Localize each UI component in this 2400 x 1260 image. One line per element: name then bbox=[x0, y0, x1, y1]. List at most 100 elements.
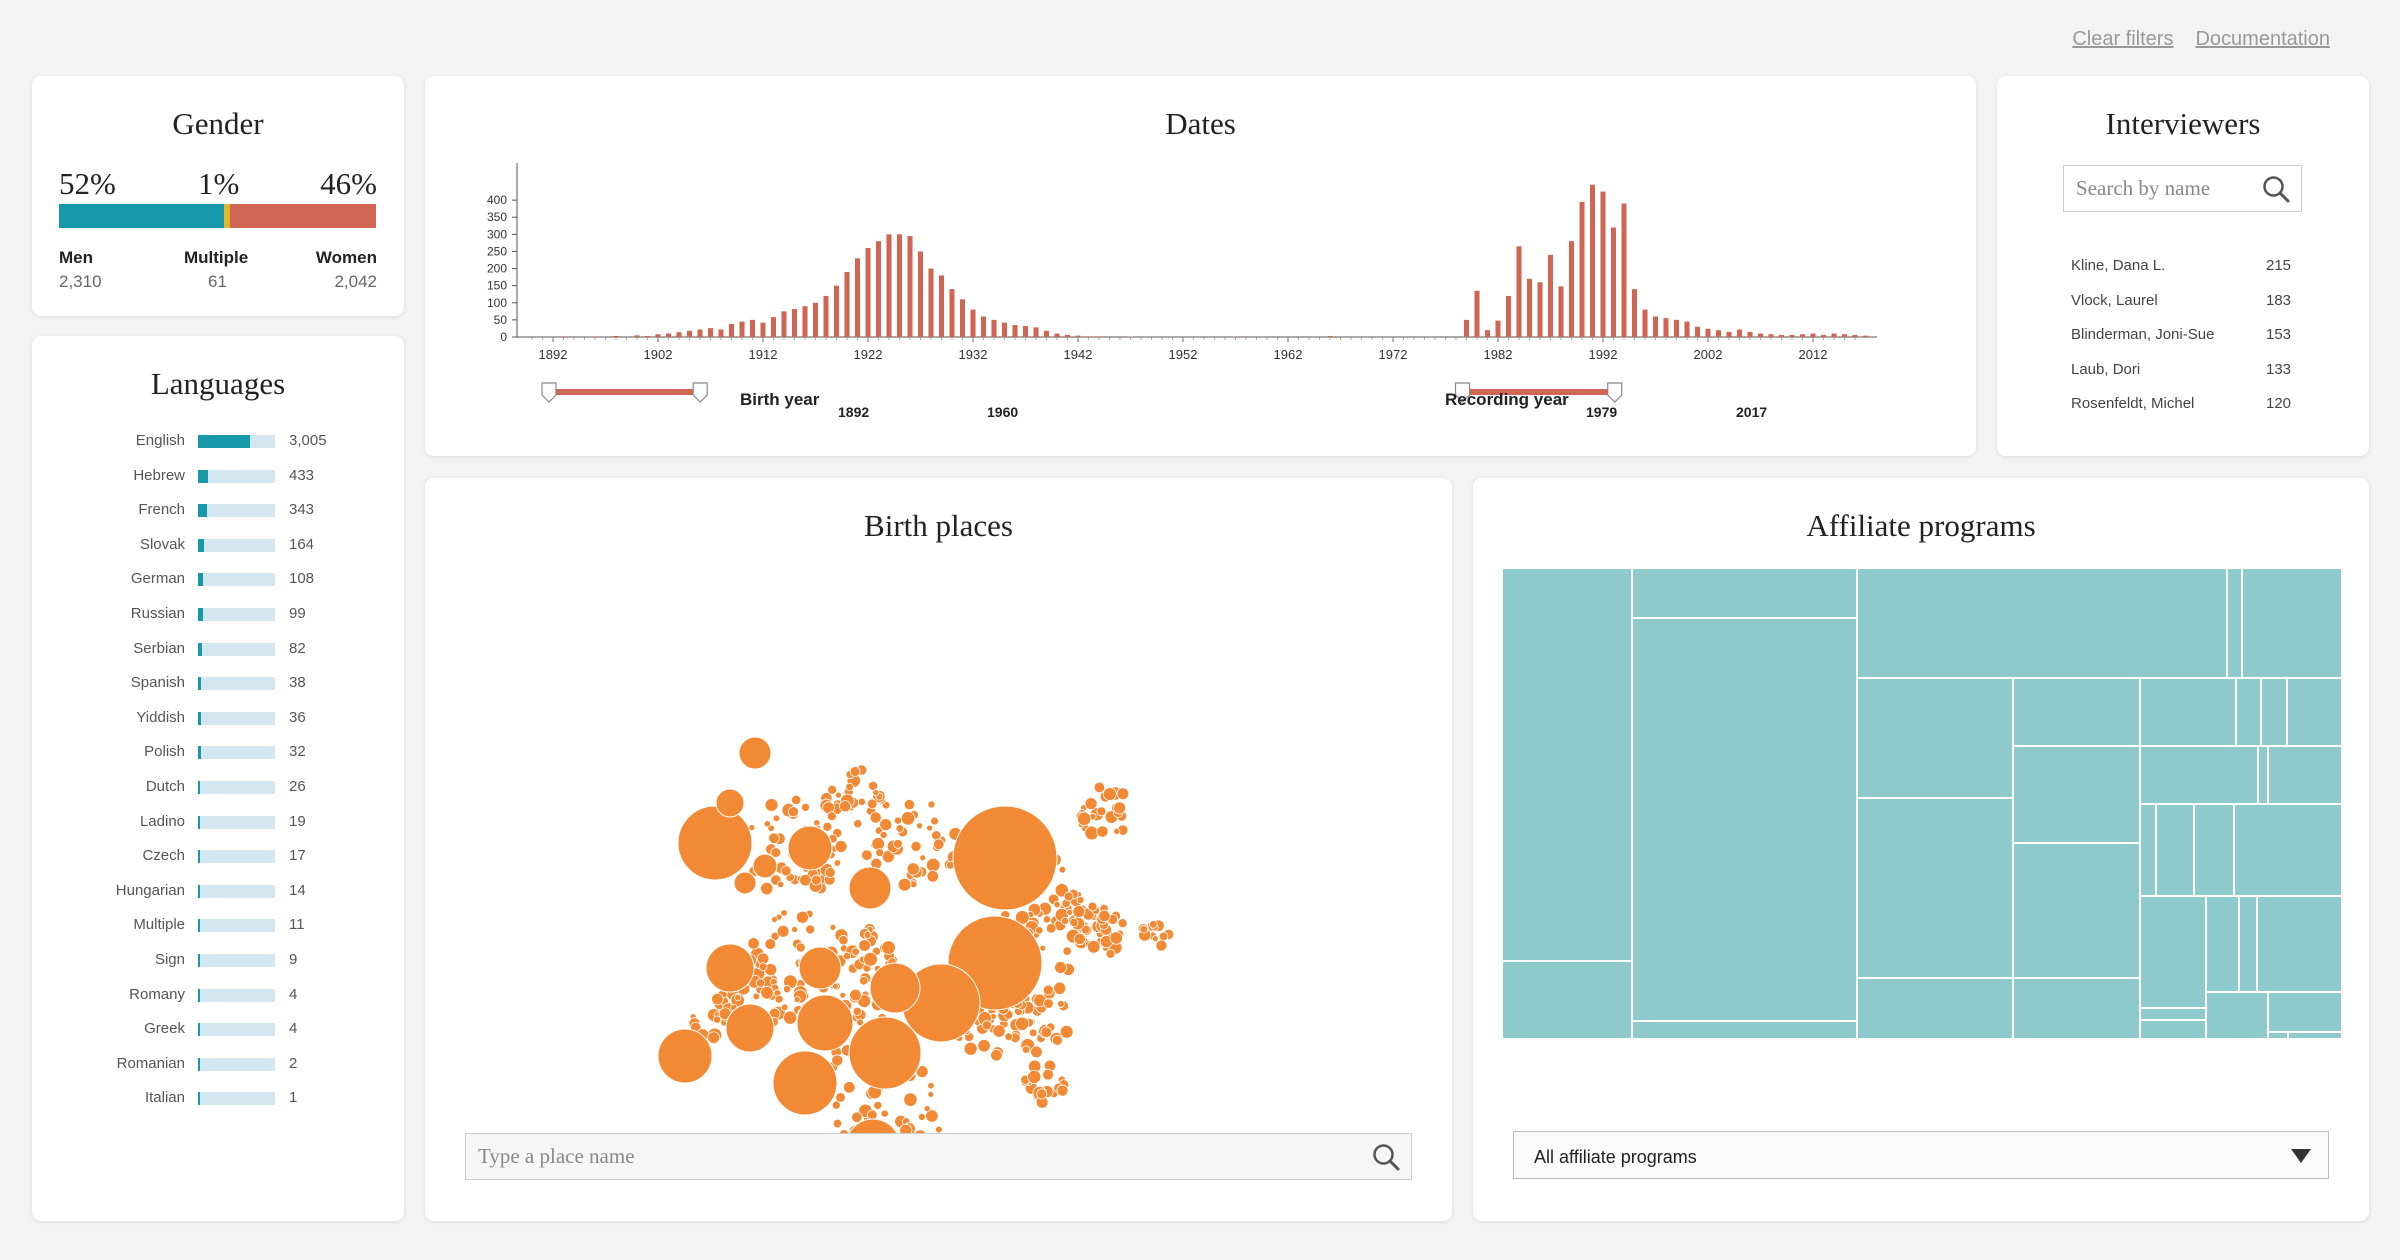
place-bubble[interactable] bbox=[1042, 915, 1052, 924]
interviewer-row[interactable]: Rosenfeldt, Michel 120 bbox=[2071, 388, 2301, 422]
place-bubble[interactable] bbox=[858, 976, 869, 986]
affiliate-tile[interactable] bbox=[1856, 797, 2014, 979]
place-bubble[interactable] bbox=[771, 916, 779, 923]
histogram-bar[interactable] bbox=[697, 329, 703, 337]
gender-bar-men[interactable] bbox=[59, 204, 224, 228]
place-bubble[interactable] bbox=[869, 811, 882, 824]
histogram-bar[interactable] bbox=[1852, 334, 1858, 337]
place-bubble[interactable] bbox=[1043, 998, 1054, 1009]
place-bubble[interactable] bbox=[1139, 925, 1149, 934]
place-bubble[interactable] bbox=[791, 925, 799, 933]
place-bubble[interactable] bbox=[772, 1050, 838, 1116]
histogram-bar[interactable] bbox=[1033, 327, 1039, 337]
language-row[interactable]: French 343 bbox=[32, 494, 404, 528]
histogram-bar[interactable] bbox=[1537, 282, 1543, 337]
histogram-bar[interactable] bbox=[980, 316, 987, 337]
histogram-bar[interactable] bbox=[991, 319, 997, 337]
affiliate-tile[interactable] bbox=[1631, 1020, 1858, 1038]
slider-handle[interactable] bbox=[541, 382, 557, 403]
affiliate-tile[interactable] bbox=[1501, 960, 1633, 1038]
histogram-bar[interactable] bbox=[1715, 330, 1722, 337]
place-bubble[interactable] bbox=[990, 1049, 1003, 1062]
language-bar-track[interactable] bbox=[198, 469, 275, 483]
histogram-bar[interactable] bbox=[1085, 336, 1092, 337]
histogram-bar[interactable] bbox=[1463, 319, 1470, 337]
place-bubble[interactable] bbox=[880, 1109, 889, 1118]
histogram-bar[interactable] bbox=[865, 248, 871, 337]
place-bubble[interactable] bbox=[1158, 931, 1169, 942]
place-bubble[interactable] bbox=[1056, 1084, 1069, 1097]
histogram-bar[interactable] bbox=[1547, 254, 1554, 337]
histogram-bar[interactable] bbox=[802, 306, 808, 337]
place-bubble[interactable] bbox=[733, 871, 757, 895]
place-bubble[interactable] bbox=[1084, 797, 1098, 811]
place-bubble[interactable] bbox=[903, 1092, 918, 1107]
place-bubble[interactable] bbox=[1042, 1068, 1054, 1081]
language-row[interactable]: Russian 99 bbox=[32, 598, 404, 632]
histogram-bar[interactable] bbox=[1642, 309, 1648, 337]
histogram-bar[interactable] bbox=[1810, 333, 1816, 337]
place-bubble[interactable] bbox=[780, 909, 788, 917]
place-bubble[interactable] bbox=[1072, 905, 1086, 918]
place-bubble[interactable] bbox=[1060, 916, 1070, 926]
histogram-bar[interactable] bbox=[760, 322, 766, 337]
affiliate-treemap[interactable] bbox=[1473, 478, 2369, 1038]
language-row[interactable]: English 3,005 bbox=[32, 425, 404, 459]
place-bubble[interactable] bbox=[758, 962, 768, 972]
histogram-bar[interactable] bbox=[676, 332, 682, 337]
histogram-bar[interactable] bbox=[1516, 246, 1522, 337]
place-bubble[interactable] bbox=[867, 798, 878, 810]
affiliate-tile[interactable] bbox=[2155, 803, 2195, 897]
place-bubble[interactable] bbox=[1063, 891, 1074, 902]
histogram-bar[interactable] bbox=[1001, 322, 1008, 337]
histogram-bar[interactable] bbox=[1579, 201, 1585, 337]
affiliate-tile[interactable] bbox=[2139, 1007, 2207, 1021]
place-bubble[interactable] bbox=[848, 1016, 922, 1090]
place-bubble[interactable] bbox=[1098, 909, 1111, 923]
place-bubble[interactable] bbox=[826, 811, 837, 822]
histogram-bar[interactable] bbox=[875, 241, 882, 337]
place-bubble[interactable] bbox=[780, 1003, 789, 1012]
place-bubble[interactable] bbox=[867, 1109, 878, 1121]
histogram-bar[interactable] bbox=[1600, 191, 1606, 337]
affiliate-tile[interactable] bbox=[2238, 895, 2258, 993]
language-row[interactable]: Serbian 82 bbox=[32, 633, 404, 667]
histogram-bar[interactable] bbox=[1841, 334, 1848, 337]
place-bubble[interactable] bbox=[875, 848, 885, 858]
place-bubble[interactable] bbox=[926, 824, 934, 832]
histogram-bar[interactable] bbox=[728, 323, 735, 337]
place-bubble[interactable] bbox=[872, 789, 880, 797]
clear-filters-link[interactable]: Clear filters bbox=[2072, 28, 2173, 51]
interviewer-row[interactable]: Laub, Dori 133 bbox=[2071, 354, 2301, 388]
histogram-bar[interactable] bbox=[1768, 334, 1774, 337]
place-bubble[interactable] bbox=[1113, 827, 1121, 835]
place-bubble[interactable] bbox=[842, 951, 852, 961]
histogram-bar[interactable] bbox=[739, 321, 745, 337]
language-bar-track[interactable] bbox=[198, 1023, 275, 1037]
affiliate-tile[interactable] bbox=[2233, 803, 2343, 897]
place-bubble[interactable] bbox=[711, 992, 724, 1006]
place-bubble[interactable] bbox=[900, 811, 916, 826]
affiliate-tile[interactable] bbox=[2267, 745, 2343, 805]
histogram-bar[interactable] bbox=[1726, 331, 1732, 337]
place-bubble[interactable] bbox=[1062, 946, 1072, 956]
place-bubble[interactable] bbox=[849, 766, 861, 777]
place-bubble[interactable] bbox=[861, 849, 873, 861]
language-bar-track[interactable] bbox=[198, 504, 275, 518]
histogram-bar[interactable] bbox=[896, 234, 903, 337]
language-row[interactable]: Romany 4 bbox=[32, 979, 404, 1013]
place-bubble[interactable] bbox=[879, 830, 888, 839]
histogram-bar[interactable] bbox=[1736, 329, 1743, 337]
place-bubble[interactable] bbox=[926, 870, 939, 883]
histogram-bar[interactable] bbox=[1064, 334, 1071, 337]
place-bubble[interactable] bbox=[1036, 1088, 1048, 1100]
place-bubble[interactable] bbox=[763, 820, 771, 828]
histogram-bar[interactable] bbox=[1526, 278, 1533, 337]
histogram-bar[interactable] bbox=[592, 336, 598, 337]
search-icon[interactable] bbox=[2261, 174, 2291, 204]
affiliate-tile[interactable] bbox=[2193, 803, 2235, 897]
place-bubble[interactable] bbox=[798, 946, 842, 990]
language-row[interactable]: Hebrew 433 bbox=[32, 460, 404, 494]
affiliate-tile[interactable] bbox=[2256, 895, 2343, 993]
place-bubble[interactable] bbox=[881, 940, 896, 955]
